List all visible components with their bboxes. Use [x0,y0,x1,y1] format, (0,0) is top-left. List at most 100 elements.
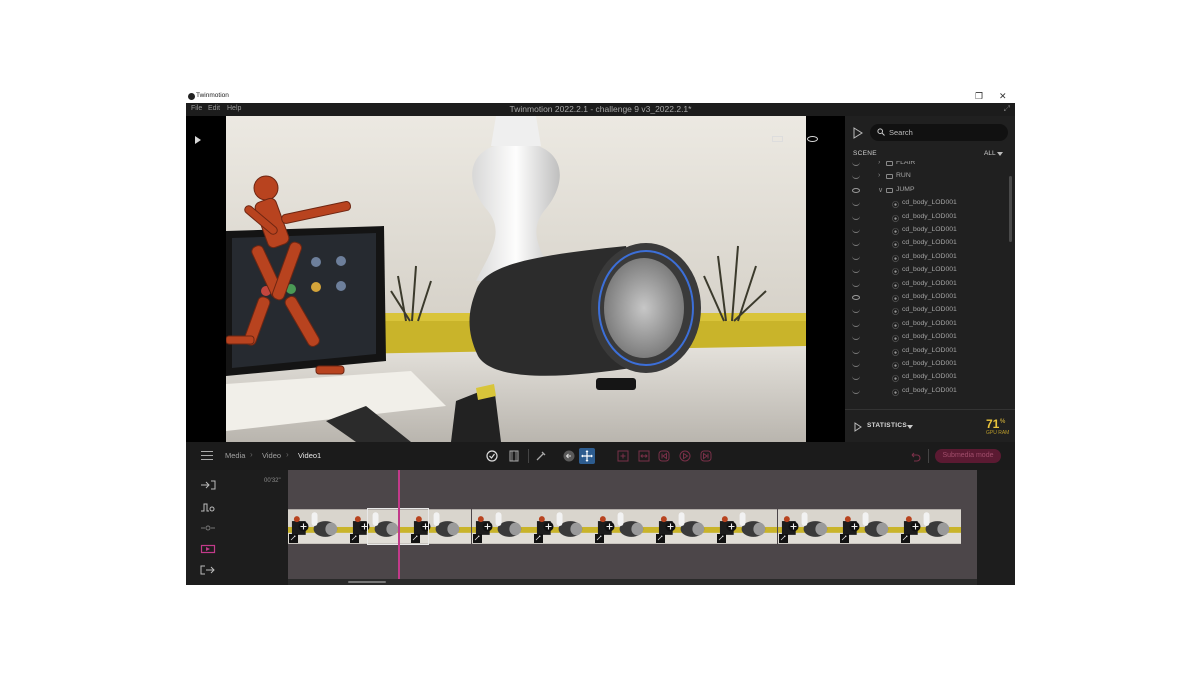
eye-closed-icon[interactable] [852,283,860,287]
breadcrumb-video[interactable]: Video [262,451,281,460]
check-icon[interactable] [485,449,499,463]
eye-closed-icon[interactable] [852,216,860,220]
add-transition-icon[interactable] [849,521,860,532]
timeline-scroll-thumb[interactable] [348,581,386,583]
eye-icon[interactable] [807,136,818,142]
film-icon[interactable] [507,449,521,463]
scene-tree-object[interactable]: ⦿ cd_body_LOD001 [845,318,1008,331]
scene-tree-folder[interactable]: › FLAIR [845,161,1008,170]
statistics-label[interactable]: STATISTICS [867,422,907,429]
clip-settings-icon[interactable] [778,534,788,543]
clip-settings-icon[interactable] [595,534,604,543]
search-input[interactable]: Search [889,128,913,137]
scene-tree-object[interactable]: ⦿ cd_body_LOD001 [845,371,1008,384]
add-clip-icon[interactable] [616,449,630,463]
clip-settings-icon[interactable] [839,534,849,543]
play-icon[interactable] [195,136,201,144]
add-transition-icon[interactable] [604,521,615,532]
chevron-down-icon[interactable] [907,425,913,429]
expand-icon[interactable]: ⤢ [1004,104,1010,114]
timeline[interactable] [288,470,977,579]
eye-closed-icon[interactable] [852,175,860,180]
stats-expand-icon[interactable] [854,422,862,432]
video-track-icon[interactable] [200,544,216,554]
eye-closed-icon[interactable] [852,309,860,314]
eye-icon[interactable] [852,295,860,300]
eye-closed-icon[interactable] [852,269,860,274]
close-icon[interactable]: ✕ [999,91,1007,101]
scene-tree-object[interactable]: ⦿ cd_body_LOD001 [845,251,1008,264]
clip-settings-icon[interactable] [289,534,298,543]
eyedropper-icon[interactable] [534,449,548,463]
add-transition-icon[interactable] [665,521,676,532]
eye-closed-icon[interactable] [852,256,860,260]
scene-tree-object[interactable]: ⦿ cd_body_LOD001 [845,211,1008,224]
add-transition-icon[interactable] [726,521,737,532]
keyframe-icon[interactable] [200,523,216,533]
scene-tree-object[interactable]: ⦿ cd_body_LOD001 [845,278,1008,291]
filter-dropdown[interactable]: ALL [984,150,996,157]
eye-closed-icon[interactable] [852,390,860,394]
submedia-mode-button[interactable]: Submedia mode [935,449,1001,463]
scene-tree-folder[interactable]: › RUN [845,170,1008,183]
scene-tree-object[interactable]: ⦿ cd_body_LOD001 [845,385,1008,398]
panel-play-icon[interactable] [853,127,863,139]
clip-settings-icon[interactable] [901,534,910,543]
eye-closed-icon[interactable] [852,376,860,381]
chevron-right-icon[interactable]: › [878,161,880,166]
scene-tree-object[interactable]: ⦿ cd_body_LOD001 [845,197,1008,210]
scene-scrollbar[interactable] [1009,176,1012,242]
eye-closed-icon[interactable] [852,363,860,367]
scene-tree-object[interactable]: ⦿ cd_body_LOD001 [845,358,1008,371]
eye-closed-icon[interactable] [852,323,860,327]
scene-tree-object[interactable]: ⦿ cd_body_LOD001 [845,224,1008,237]
add-transition-icon[interactable] [298,521,309,532]
eye-closed-icon[interactable] [852,229,860,233]
scene-tree-object[interactable]: ⦿ cd_body_LOD001 [845,331,1008,344]
export-icon[interactable] [200,565,216,575]
add-transition-icon[interactable] [482,521,493,532]
timeline-scrollbar[interactable] [288,579,977,585]
search-box[interactable]: Search [870,124,1008,141]
add-transition-icon[interactable] [910,521,921,532]
eye-closed-icon[interactable] [852,242,860,247]
restore-icon[interactable]: ❐ [975,91,983,101]
clip-settings-icon[interactable] [350,534,360,543]
view-grid-icon[interactable] [772,136,783,142]
eye-closed-icon[interactable] [852,202,860,207]
hamburger-menu-icon[interactable] [201,451,213,460]
next-icon[interactable] [699,449,713,463]
scene-tree-object[interactable]: ⦿ cd_body_LOD001 [845,264,1008,277]
eye-closed-icon[interactable] [852,336,860,341]
chevron-down-icon[interactable]: ∨ [878,186,883,194]
split-clip-icon[interactable] [637,449,651,463]
back-arrow-icon[interactable] [562,449,576,463]
undo-icon[interactable] [908,449,922,463]
scene-tree-object[interactable]: ⦿ cd_body_LOD001 [845,291,1008,304]
chevron-right-icon[interactable]: › [878,172,880,179]
playhead[interactable] [398,470,400,579]
clip-settings-icon[interactable] [472,534,482,543]
move-tool-button[interactable] [579,448,595,464]
play-clip-icon[interactable] [678,449,692,463]
toolbar-divider [928,449,929,463]
add-transition-icon[interactable] [788,521,799,532]
viewport[interactable] [226,116,806,442]
clip-settings-icon[interactable] [717,534,727,543]
scene-tree-object[interactable]: ⦿ cd_body_LOD001 [845,237,1008,250]
eye-icon[interactable] [852,187,860,193]
previous-icon[interactable] [657,449,671,463]
scene-tree-folder[interactable]: ∨ JUMP [845,184,1008,197]
add-transition-icon[interactable] [543,521,554,532]
waveform-icon[interactable] [200,502,216,512]
chevron-down-icon[interactable] [997,152,1003,156]
os-title-bar: Twinmotion ❐ ✕ [186,89,1015,103]
eye-closed-icon[interactable] [852,162,860,166]
scene-tree-object[interactable]: ⦿ cd_body_LOD001 [845,304,1008,317]
clip-settings-icon[interactable] [533,534,543,543]
clip-settings-icon[interactable] [656,534,666,543]
eye-closed-icon[interactable] [852,350,860,354]
scene-tree-object[interactable]: ⦿ cd_body_LOD001 [845,345,1008,358]
import-icon[interactable] [200,480,216,490]
breadcrumb-media[interactable]: Media [225,451,245,460]
